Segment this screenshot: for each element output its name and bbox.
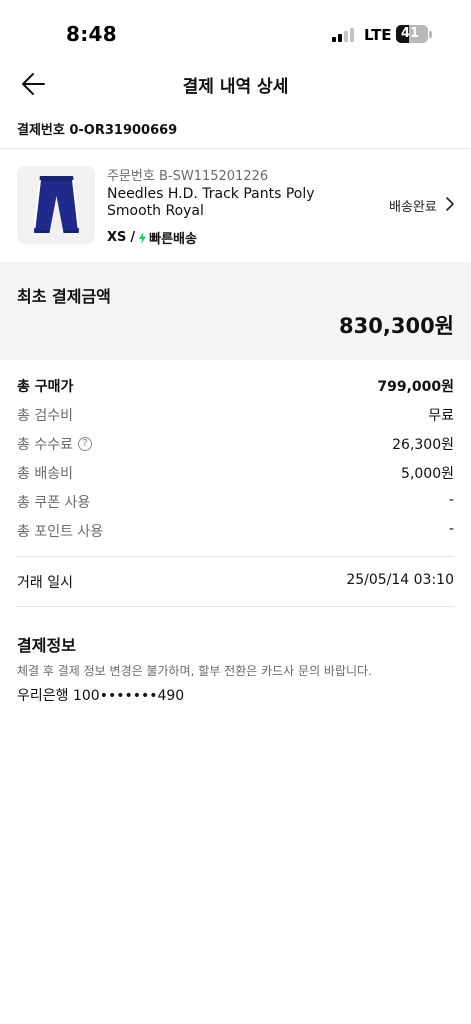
battery-nub: [429, 31, 432, 38]
divider: [17, 556, 454, 557]
chevron-right-icon: [446, 197, 454, 211]
total-purchase-label: 총 구매가: [17, 379, 74, 395]
commission-value: 26,300원: [392, 437, 454, 453]
battery-icon: 41: [396, 25, 428, 43]
payment-info-title: 결제정보: [17, 636, 76, 655]
fast-shipping-badge: 빠른배송: [149, 232, 197, 247]
total-purchase-value: 799,000원: [377, 379, 454, 395]
lightning-bolt-icon: [139, 231, 147, 244]
inspection-fee-value: 무료: [428, 408, 454, 424]
status-bar: 8:48 LTE 41: [0, 0, 471, 62]
coupon-label: 총 쿠폰 사용: [17, 495, 91, 511]
option-separator: /: [130, 230, 136, 245]
inspection-fee-row: 총 검수비 무료: [17, 405, 454, 425]
total-purchase-row: 총 구매가 799,000원: [17, 376, 454, 396]
points-label: 총 포인트 사용: [17, 524, 104, 540]
shipping-fee-label: 총 배송비: [17, 466, 73, 482]
question-circle-icon[interactable]: ?: [77, 437, 92, 451]
product-name: Needles H.D. Track Pants Poly Smooth Roy…: [107, 186, 315, 219]
commission-row: 총 수수료 ? 26,300원: [17, 434, 454, 454]
transaction-label: 거래 일시: [17, 575, 73, 591]
status-time: 8:48: [66, 22, 117, 46]
page-title: 결제 내역 상세: [182, 77, 289, 97]
payment-info-note: 체결 후 결제 정보 변경은 불가하며, 할부 전환은 카드사 문의 바랍니다.: [17, 664, 372, 678]
payment-account: 우리은행 100•••••••490: [17, 688, 185, 704]
points-row: 총 포인트 사용 -: [17, 521, 454, 541]
navigation-bar: 결제 내역 상세: [0, 62, 471, 106]
points-value: -: [448, 521, 454, 537]
product-image: [17, 166, 95, 244]
coupon-value: -: [448, 492, 454, 508]
delivery-status: 배송완료: [389, 200, 437, 215]
transaction-value: 25/05/14 03:10: [346, 572, 454, 588]
shipping-fee-value: 5,000원: [401, 466, 454, 482]
commission-label-group: 총 수수료 ?: [17, 434, 92, 454]
product-options: XS / 빠른배송: [107, 228, 197, 247]
shipping-fee-row: 총 배송비 5,000원: [17, 463, 454, 483]
product-size: XS: [107, 230, 127, 245]
product-card[interactable]: 주문번호 B-SW115201226 Needles H.D. Track Pa…: [0, 149, 471, 261]
transaction-row: 거래 일시 25/05/14 03:10: [17, 572, 454, 592]
coupon-row: 총 쿠폰 사용 -: [17, 492, 454, 512]
payment-number: 결제번호 0-OR31900669: [17, 123, 178, 138]
track-pants-thumbnail: [33, 176, 80, 233]
initial-payment-label: 최초 결제금액: [17, 287, 111, 306]
initial-payment-section: 최초 결제금액 830,300원: [0, 262, 471, 360]
order-number: 주문번호 B-SW115201226: [107, 169, 269, 184]
commission-label: 총 수수료: [17, 437, 73, 453]
cellular-signal-icon: [332, 28, 356, 42]
inspection-fee-label: 총 검수비: [17, 408, 73, 424]
divider: [17, 606, 454, 607]
battery-level: 41: [400, 26, 420, 41]
initial-payment-amount: 830,300원: [339, 314, 454, 338]
network-type: LTE: [364, 26, 392, 44]
